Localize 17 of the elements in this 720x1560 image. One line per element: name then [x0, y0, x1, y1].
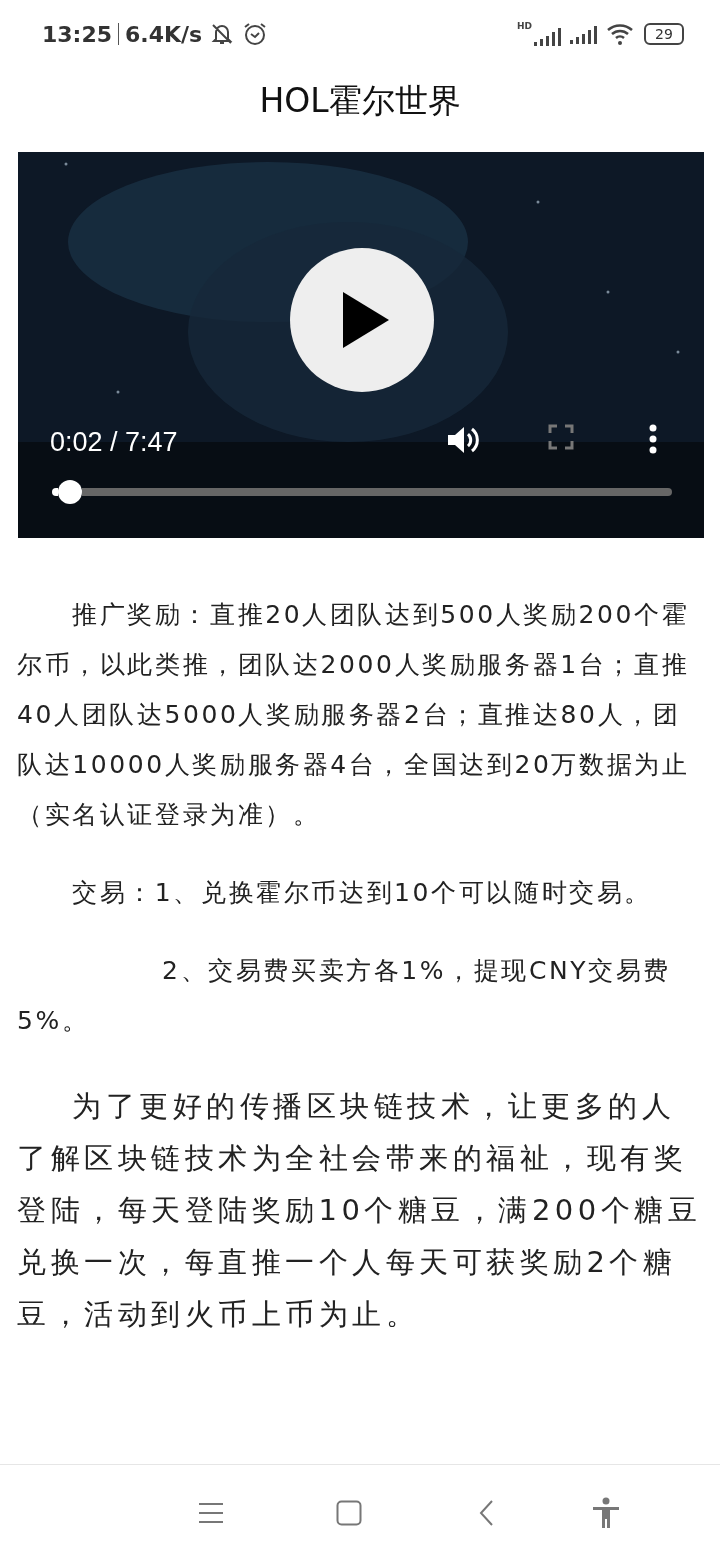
menu-icon[interactable] [198, 1500, 224, 1525]
video-time: 0:02 / 7:47 [50, 425, 178, 459]
clock: 13:25 [42, 20, 113, 49]
more-options-icon[interactable] [648, 423, 658, 454]
signal-icon [570, 24, 598, 44]
back-icon[interactable] [478, 1498, 494, 1527]
accessibility-icon[interactable] [592, 1496, 620, 1529]
paragraph: 2、交易费买卖方各1%，提现CNY交易费5%。 [17, 954, 672, 1037]
page-title: HOL霍尔世界 [258, 80, 462, 122]
home-icon[interactable] [336, 1499, 362, 1526]
paragraph: 交易：1、兑换霍尔币达到10个可以随时交易。 [71, 876, 653, 909]
battery-indicator: 29 [644, 23, 684, 45]
bell-muted-icon [210, 22, 235, 46]
paragraph: 为了更好的传播区块链技术，让更多的人了解区块链技术为全社会带来的福祉，现有奖登陆，每天登陆奖励10个糖豆，满200个糖豆兑换一次，每直推一个人每天可获奖励2个糖豆，活动到火币上币为止。 [17, 1087, 702, 1333]
network-speed: 6.4K/s [125, 20, 203, 49]
paragraph: 推广奖励：直推20人团队达到500人奖励200个霍尔币，以此类推，团队达2000人奖励服务器1台；直推40人团队达5000人奖励服务器2台；直推达80人，团队达10000人奖励服务器4台，全国达到20万数据为止（实名认证登录为准）。 [17, 598, 691, 831]
network-type: HD [517, 22, 532, 31]
